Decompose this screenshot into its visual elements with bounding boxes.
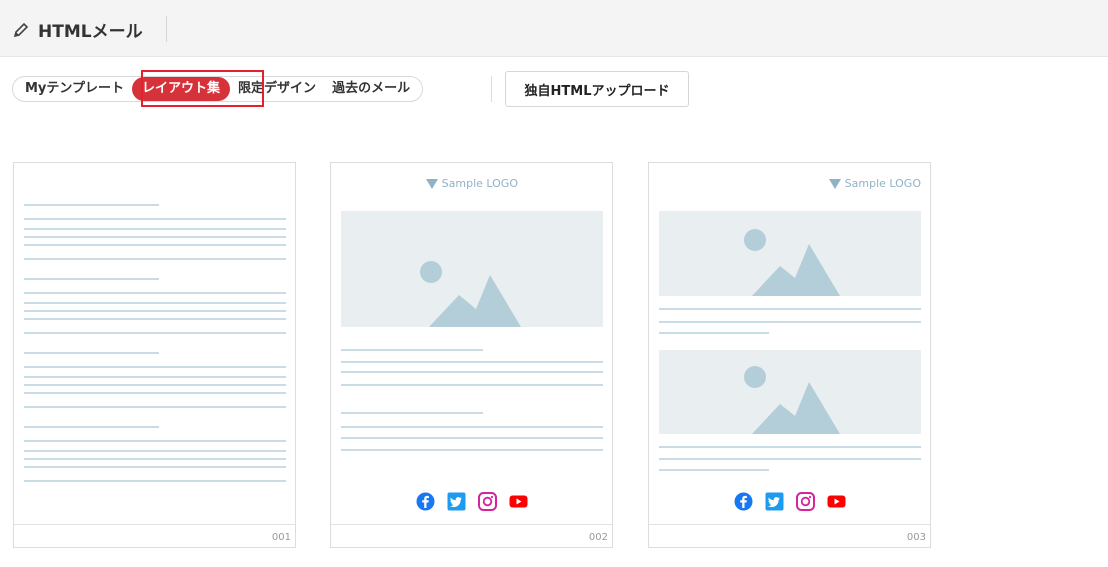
text-placeholder-line — [24, 218, 286, 220]
text-placeholder-line — [341, 361, 603, 363]
text-placeholder-line — [24, 258, 286, 260]
text-placeholder-line — [341, 426, 603, 428]
text-placeholder-line — [24, 458, 286, 460]
youtube-icon — [509, 492, 528, 511]
text-placeholder-line — [24, 366, 286, 368]
text-placeholder-line — [24, 352, 159, 354]
instagram-icon — [477, 492, 497, 511]
logo-mark-icon — [425, 178, 438, 189]
sample-logo: Sample LOGO — [828, 177, 921, 190]
text-placeholder-line — [24, 244, 286, 246]
page-header: HTMLメール — [0, 0, 1108, 57]
text-placeholder-line — [659, 308, 921, 310]
facebook-icon — [734, 492, 753, 511]
text-placeholder-line — [659, 458, 921, 460]
youtube-icon — [827, 492, 846, 511]
text-placeholder-line — [659, 469, 769, 471]
image-placeholder — [659, 350, 921, 434]
text-placeholder-line — [24, 332, 286, 334]
template-number: 003 — [906, 532, 926, 543]
twitter-icon — [447, 492, 466, 511]
text-placeholder-line — [24, 302, 286, 304]
upload-html-button[interactable]: 独自HTMLアップロード — [505, 71, 689, 107]
social-icons — [331, 492, 612, 511]
text-placeholder-line — [659, 332, 769, 334]
text-placeholder-line — [659, 321, 921, 323]
text-placeholder-line — [24, 278, 159, 280]
text-placeholder-line — [24, 228, 286, 230]
header-divider — [166, 16, 167, 42]
text-placeholder-line — [24, 480, 286, 482]
image-placeholder-icon — [744, 229, 840, 296]
text-placeholder-line — [24, 426, 159, 428]
sample-logo: Sample LOGO — [425, 177, 518, 190]
text-placeholder-line — [24, 406, 286, 408]
text-placeholder-line — [24, 450, 286, 452]
template-card-002[interactable]: Sample LOGO 002 — [330, 162, 613, 548]
text-placeholder-line — [341, 384, 603, 386]
image-placeholder — [659, 211, 921, 296]
page-title-text: HTMLメール — [38, 22, 143, 42]
text-placeholder-line — [341, 412, 483, 414]
text-placeholder-line — [24, 466, 286, 468]
text-placeholder-line — [341, 449, 603, 451]
card-footer: 001 — [14, 524, 295, 547]
tab-limited-design[interactable]: 限定デザイン — [230, 77, 324, 101]
card-footer: 003 — [649, 524, 930, 547]
pencil-icon — [13, 22, 29, 37]
page-title: HTMLメール — [12, 17, 143, 42]
facebook-icon — [416, 492, 435, 511]
twitter-icon — [765, 492, 784, 511]
text-placeholder-line — [341, 371, 603, 373]
text-placeholder-line — [24, 384, 286, 386]
instagram-icon — [795, 492, 815, 511]
text-placeholder-line — [24, 310, 286, 312]
text-placeholder-line — [24, 318, 286, 320]
tabs-divider — [491, 76, 492, 102]
template-tab-group: Myテンプレート レイアウト集 限定デザイン 過去のメール — [12, 76, 424, 102]
text-placeholder-line — [341, 349, 483, 351]
text-placeholder-line — [24, 376, 286, 378]
tab-my-template[interactable]: Myテンプレート — [17, 77, 132, 101]
template-card-003[interactable]: Sample LOGO 003 — [648, 162, 931, 548]
text-placeholder-line — [24, 292, 286, 294]
text-placeholder-line — [341, 437, 603, 439]
image-placeholder-icon — [420, 261, 521, 327]
template-number: 002 — [588, 532, 608, 543]
tab-layout-collection[interactable]: レイアウト集 — [132, 77, 231, 101]
social-icons — [649, 492, 930, 511]
text-placeholder-line — [24, 392, 286, 394]
template-number: 001 — [271, 532, 291, 543]
image-placeholder-icon — [744, 366, 840, 434]
text-placeholder-line — [24, 236, 286, 238]
image-placeholder — [341, 211, 603, 327]
tab-past-mail[interactable]: 過去のメール — [324, 77, 418, 101]
template-card-001[interactable]: 001 — [13, 162, 296, 548]
card-footer: 002 — [331, 524, 612, 547]
text-placeholder-line — [659, 446, 921, 448]
text-placeholder-line — [24, 204, 159, 206]
text-placeholder-line — [24, 440, 286, 442]
logo-mark-icon — [828, 178, 841, 189]
